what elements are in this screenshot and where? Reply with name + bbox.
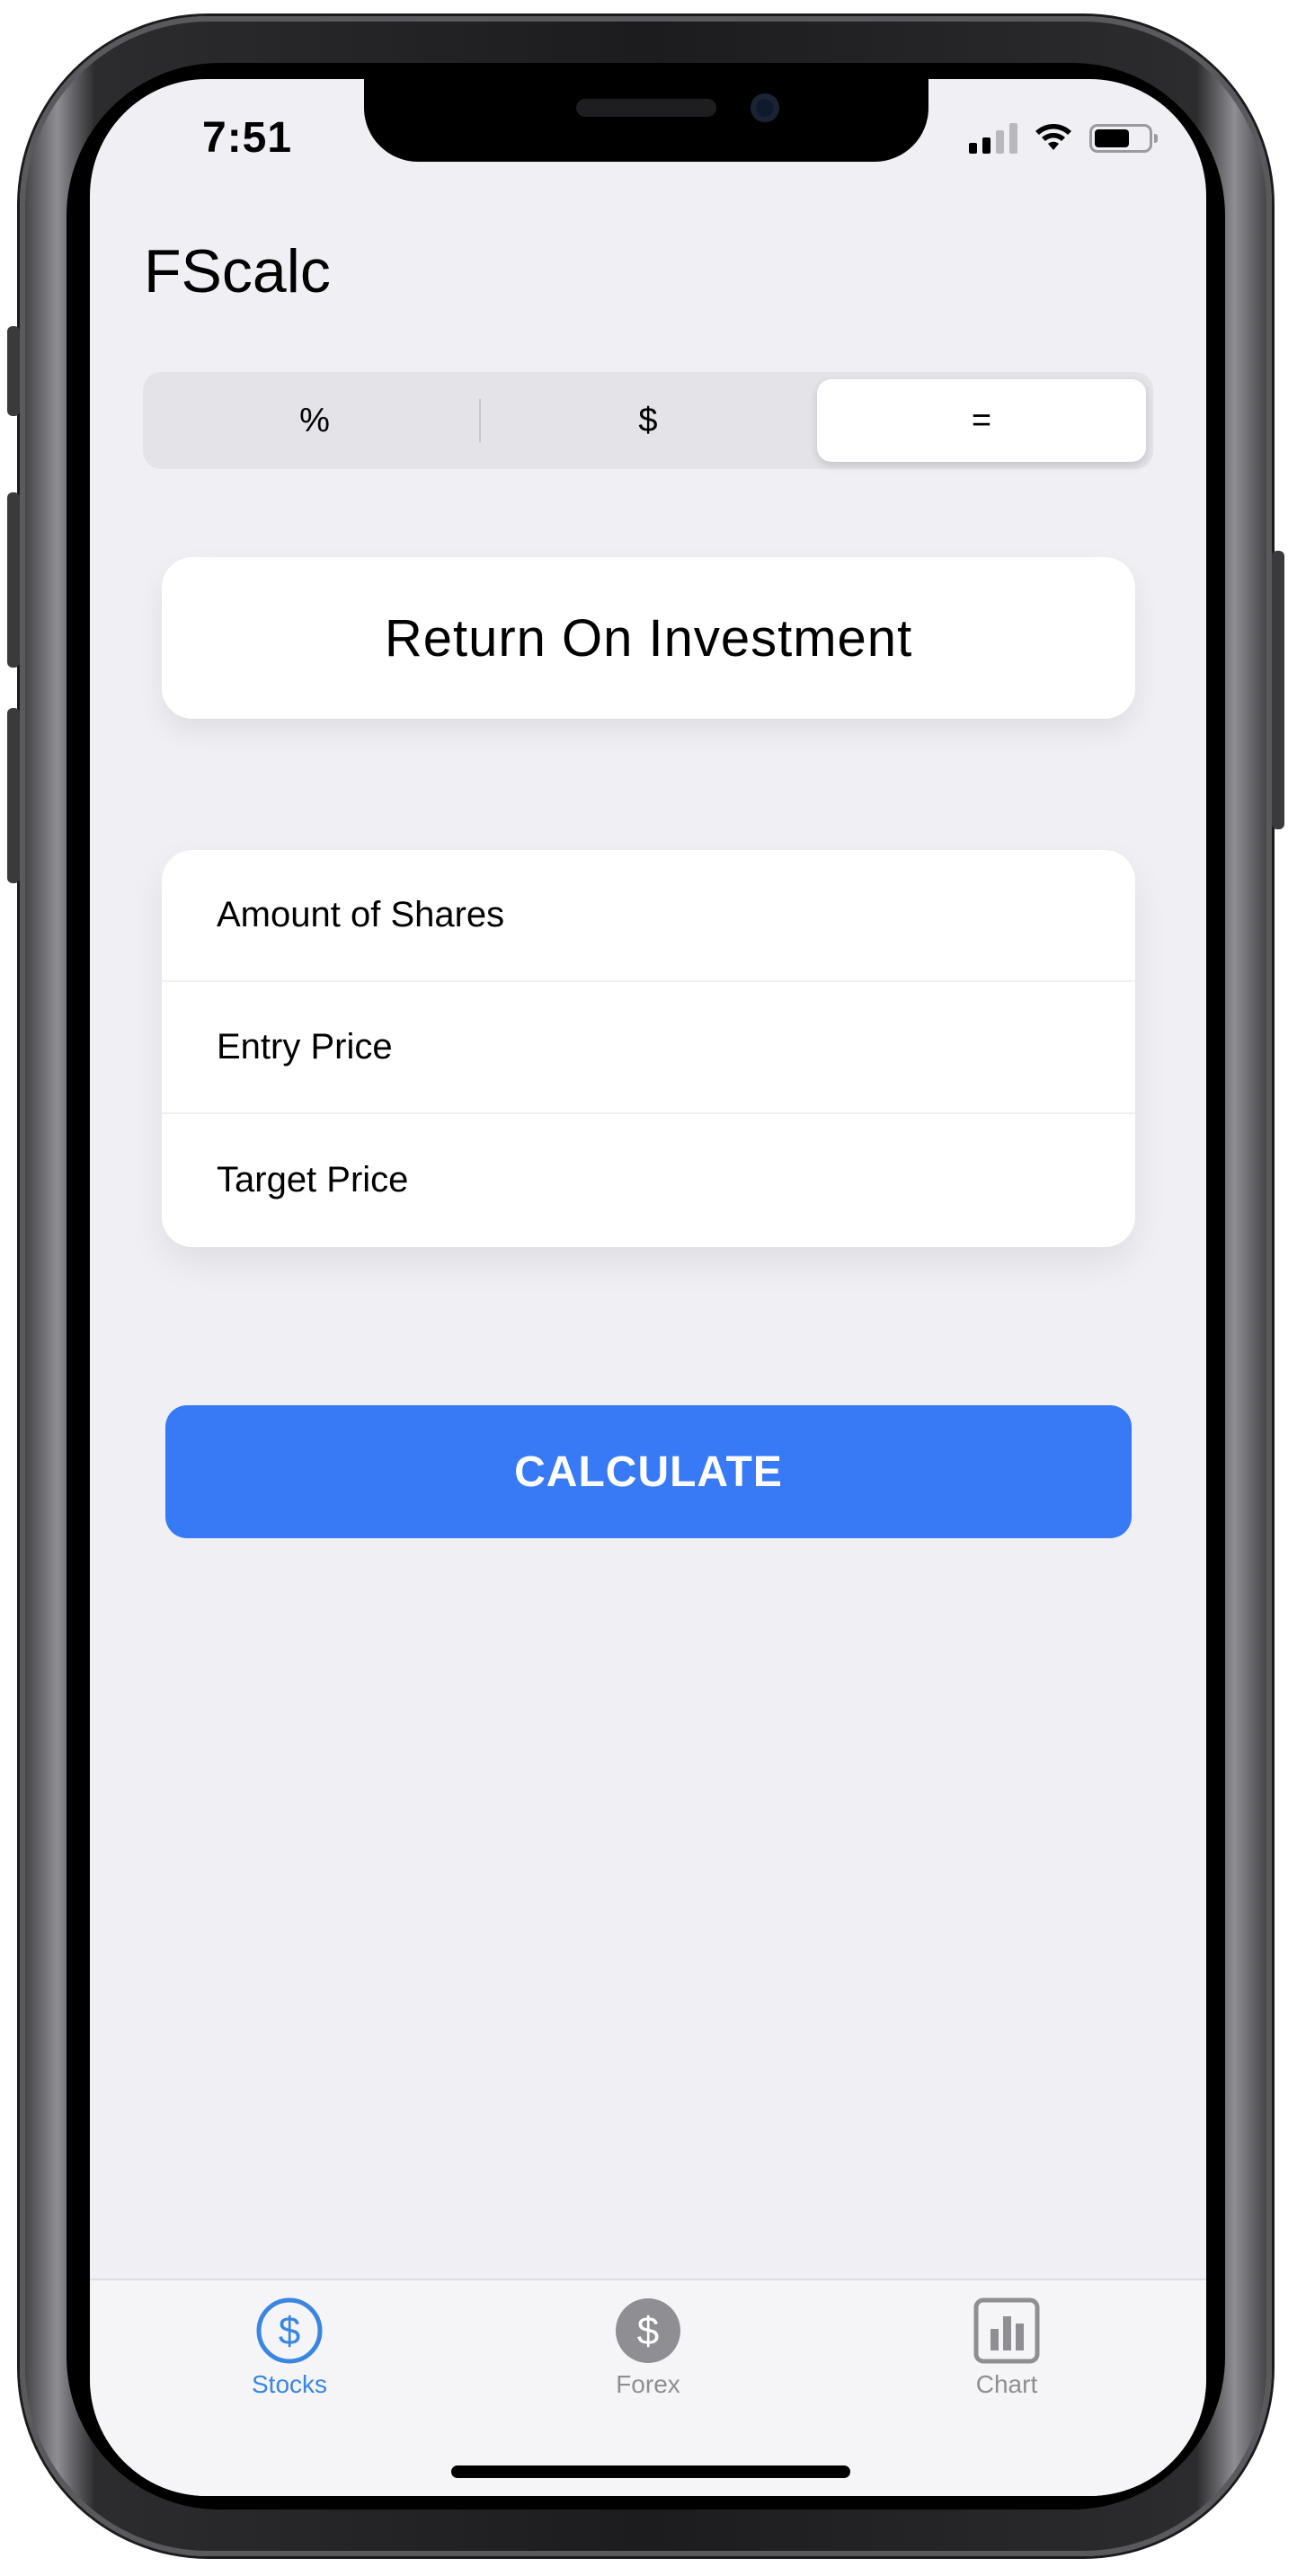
tab-bar: $ Stocks $ Forex Chart xyxy=(90,2279,1206,2496)
entry-price-field[interactable]: Entry Price xyxy=(162,982,1135,1114)
home-indicator[interactable] xyxy=(451,2465,850,2478)
status-icons xyxy=(969,120,1158,156)
volume-up-button xyxy=(7,492,20,668)
front-camera xyxy=(751,93,779,122)
input-form: Amount of Shares Entry Price Target Pric… xyxy=(162,850,1135,1247)
segment-dollar[interactable]: $ xyxy=(484,379,813,462)
earpiece-speaker xyxy=(576,99,716,117)
dollar-circle-filled-icon: $ xyxy=(616,2298,680,2363)
power-button xyxy=(1272,551,1284,829)
calculate-button[interactable]: CALCULATE xyxy=(165,1405,1132,1538)
segment-equals[interactable]: = xyxy=(817,379,1146,462)
cellular-signal-icon xyxy=(969,123,1017,154)
volume-down-button xyxy=(7,708,20,883)
bar-chart-square-icon xyxy=(973,2297,1040,2364)
tab-forex-label: Forex xyxy=(616,2370,680,2398)
tab-chart[interactable]: Chart xyxy=(935,2297,1079,2399)
notch xyxy=(364,79,928,162)
segment-percent[interactable]: % xyxy=(150,379,479,462)
tab-stocks-label: Stocks xyxy=(251,2370,328,2398)
app-title: FScalc xyxy=(144,237,331,305)
amount-of-shares-field[interactable]: Amount of Shares xyxy=(162,850,1135,982)
svg-text:$: $ xyxy=(637,2309,659,2353)
mute-switch xyxy=(7,326,20,416)
svg-text:$: $ xyxy=(279,2309,300,2353)
dollar-circle-outline-icon: $ xyxy=(256,2297,323,2364)
tab-chart-label: Chart xyxy=(975,2370,1038,2398)
tab-stocks[interactable]: $ Stocks xyxy=(218,2297,361,2399)
target-price-field[interactable]: Target Price xyxy=(162,1114,1135,1246)
status-time: 7:51 xyxy=(202,114,293,162)
mode-title-card: Return On Investment xyxy=(162,557,1135,719)
calculator-mode-segmented-control[interactable]: % $ = xyxy=(143,372,1153,469)
wifi-icon xyxy=(1035,124,1071,150)
tab-forex[interactable]: $ Forex xyxy=(576,2297,720,2399)
segment-divider xyxy=(479,399,481,442)
phone-screen: 7:51 FScalc % $ = Return On Investment A… xyxy=(90,79,1206,2496)
battery-icon xyxy=(1089,124,1158,153)
